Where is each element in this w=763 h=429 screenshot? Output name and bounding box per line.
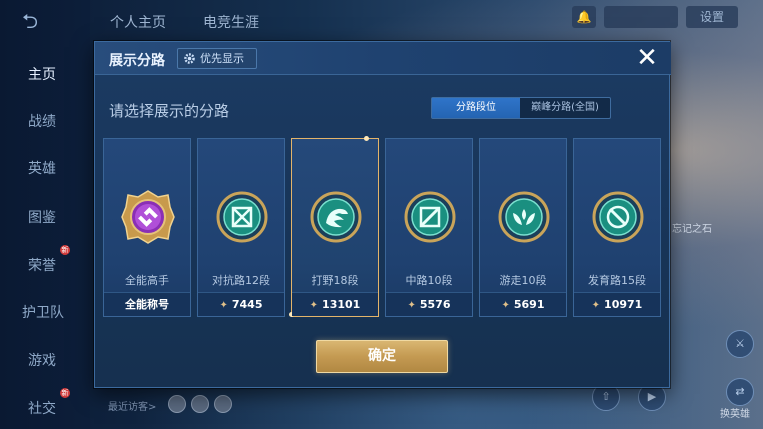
dialog-title: 展示分路	[109, 53, 165, 69]
rank-points-value: 5691	[513, 298, 545, 311]
card-bottom-value: ✦ 13101	[292, 292, 378, 316]
new-badge-icon: 新	[60, 388, 70, 398]
mid-lane-emblem-icon	[404, 191, 456, 243]
side-round-button[interactable]: ⚔	[726, 330, 754, 358]
lane-card-roam[interactable]: 游走10段 ✦ 5691	[479, 138, 567, 317]
card-label: 打野18段	[311, 274, 359, 287]
card-label: 游走10段	[499, 274, 547, 287]
nav-item-social[interactable]: 社交	[0, 398, 90, 418]
display-lane-dialog: 展示分路 优先显示 ✕ 请选择展示的分路 分路段位 巅峰分路(全国) 全能高手 …	[94, 41, 671, 388]
rank-points-icon: ✦	[501, 300, 510, 311]
tab-esports-career[interactable]: 电竞生涯	[203, 12, 259, 32]
avatar[interactable]	[168, 395, 186, 413]
all-round-title-label: 全能称号	[125, 298, 169, 311]
card-bottom-value: 全能称号	[104, 292, 190, 316]
rank-points-icon: ✦	[591, 300, 601, 311]
lane-card-mid[interactable]: 中路10段 ✦ 5576	[385, 138, 473, 317]
dialog-header: 展示分路 优先显示 ✕	[95, 42, 671, 75]
top-status-box[interactable]	[604, 6, 678, 28]
toggle-peak-lane[interactable]: 巅峰分路(全国)	[520, 98, 610, 118]
nav-item-codex[interactable]: 图鉴	[0, 207, 90, 227]
new-badge-icon: 新	[60, 245, 70, 255]
card-bottom-value: ✦ 5691	[480, 292, 566, 316]
side-label: 忘记之石	[672, 224, 712, 235]
close-icon[interactable]: ✕	[632, 44, 662, 74]
priority-display-label: 优先显示	[200, 52, 244, 65]
lane-card-all-round[interactable]: 全能高手 全能称号	[103, 138, 191, 317]
card-bottom-value: ✦ 5576	[386, 292, 472, 316]
change-hero-label: 换英雄	[720, 409, 750, 420]
farm-lane-emblem-icon	[592, 191, 644, 243]
lane-card-jungle[interactable]: 打野18段 ✦ 13101	[289, 136, 379, 317]
nav-item-heroes[interactable]: 英雄	[0, 158, 90, 178]
roam-emblem-icon	[498, 191, 550, 243]
card-bottom-value: ✦ 7445	[198, 292, 284, 316]
lane-mode-toggle: 分路段位 巅峰分路(全国)	[431, 97, 611, 119]
rank-points-value: 5576	[419, 298, 451, 311]
rank-points-icon: ✦	[309, 300, 319, 311]
avatar[interactable]	[214, 395, 232, 413]
card-label: 发育路15段	[588, 274, 646, 287]
lane-card-farm[interactable]: 发育路15段 ✦ 10971	[573, 138, 661, 317]
change-hero-button[interactable]: ⇄	[726, 378, 754, 406]
rank-points-icon: ✦	[219, 300, 228, 311]
gear-icon	[184, 53, 195, 64]
toggle-lane-rank[interactable]: 分路段位	[432, 98, 520, 118]
card-bottom-value: ✦ 10971	[574, 292, 660, 316]
nav-item-honor[interactable]: 荣誉	[0, 255, 90, 275]
rank-points-value: 13101	[322, 298, 361, 311]
left-nav: ⮌ 主页 战绩 英雄 图鉴 荣誉 新 护卫队 游戏 社交 新	[0, 0, 90, 429]
tab-personal-home[interactable]: 个人主页	[110, 12, 166, 32]
rank-points-value: 10971	[604, 298, 643, 311]
priority-display-button[interactable]: 优先显示	[177, 48, 257, 69]
rank-points-icon: ✦	[407, 300, 416, 311]
confirm-button[interactable]: 确定	[316, 340, 448, 373]
rank-points-value: 7445	[231, 298, 263, 311]
card-label: 全能高手	[125, 274, 169, 287]
nav-item-home[interactable]: 主页	[0, 64, 90, 84]
select-lane-prompt: 请选择展示的分路	[109, 102, 230, 120]
avatar[interactable]	[191, 395, 209, 413]
back-icon[interactable]: ⮌	[22, 10, 62, 32]
bell-icon[interactable]: 🔔	[572, 6, 596, 28]
selected-corner-dot	[364, 136, 369, 141]
all-round-emblem-icon	[121, 190, 175, 244]
card-label: 对抗路12段	[212, 274, 270, 287]
nav-item-record[interactable]: 战绩	[0, 111, 90, 131]
clash-lane-emblem-icon	[216, 191, 268, 243]
nav-item-games[interactable]: 游戏	[0, 350, 90, 370]
card-label: 中路10段	[405, 274, 453, 287]
jungle-emblem-icon	[310, 191, 362, 243]
settings-button[interactable]: 设置	[686, 6, 738, 28]
lane-card-clash[interactable]: 对抗路12段 ✦ 7445	[197, 138, 285, 317]
recent-visitors-label[interactable]: 最近访客>	[108, 398, 156, 413]
nav-item-guard[interactable]: 护卫队	[0, 302, 90, 322]
